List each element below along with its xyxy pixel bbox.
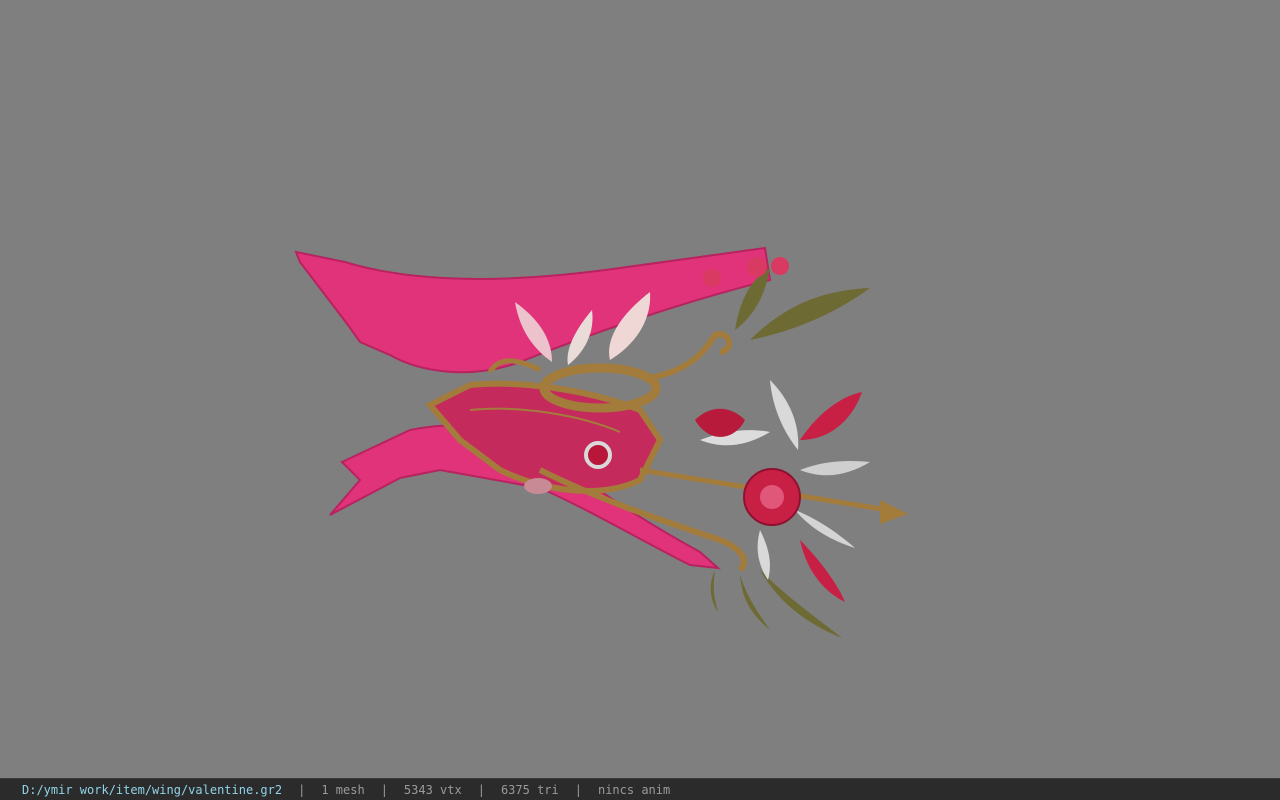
status-bar: D:/ymir work/item/wing/valentine.gr2 | 1…: [0, 778, 1280, 800]
rose-small: [584, 441, 612, 469]
silver-leaf-4: [757, 530, 770, 580]
gold-scroll-top: [487, 358, 542, 374]
leaf-5: [710, 570, 718, 612]
separator: |: [380, 782, 388, 797]
rose-bud-1: [703, 269, 721, 287]
pink-pebble: [524, 478, 552, 494]
red-petal-1: [800, 392, 862, 440]
silver-leaf-3: [795, 510, 855, 548]
rose-bud-2: [747, 257, 767, 277]
animation-status-label: nincs anim: [597, 782, 671, 797]
leaf-1: [750, 288, 870, 340]
red-petal-2: [800, 540, 845, 602]
separator: |: [298, 782, 306, 797]
silver-leaf-2: [800, 460, 870, 476]
separator: |: [574, 782, 582, 797]
3d-viewport[interactable]: [0, 0, 1280, 778]
valentine-wing-model[interactable]: [0, 0, 1280, 778]
file-path-label: D:/ymir work/item/wing/valentine.gr2: [22, 782, 283, 797]
rose-bud-3: [771, 257, 789, 275]
triangle-count-label: 6375 tri: [500, 782, 559, 797]
gold-spear-tip: [880, 500, 908, 524]
gold-scroll-right: [649, 331, 732, 381]
mesh-count-label: 1 mesh: [321, 782, 365, 797]
rose-large-center: [760, 485, 784, 509]
silver-leaf-1: [770, 380, 799, 450]
vertex-count-label: 5343 vtx: [403, 782, 462, 797]
model-viewer-window: D:/ymir work/item/wing/valentine.gr2 | 1…: [0, 0, 1280, 800]
leaf-4: [740, 575, 770, 630]
separator: |: [477, 782, 485, 797]
